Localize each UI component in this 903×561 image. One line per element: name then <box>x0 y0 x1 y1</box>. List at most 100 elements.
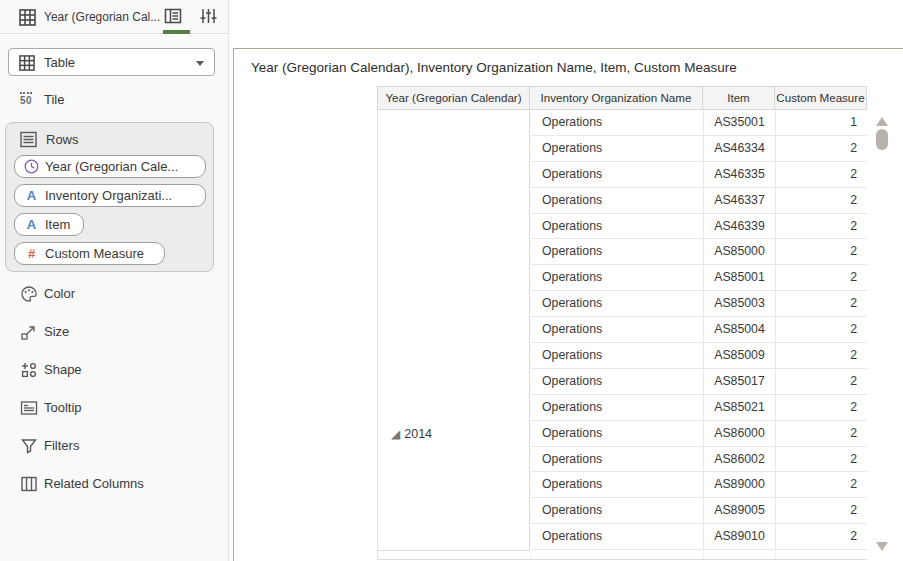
table-row[interactable]: OperationsAS850042 <box>531 317 867 343</box>
scroll-up-icon[interactable] <box>876 117 888 126</box>
cell-item[interactable]: AS89005 <box>704 498 776 523</box>
sidebar-item-size[interactable]: Size <box>0 322 229 344</box>
grammar-panel-icon[interactable] <box>164 7 190 27</box>
filter-funnel-icon <box>20 437 38 455</box>
table-row[interactable]: OperationsAS850002 <box>531 239 867 265</box>
column-header-org[interactable]: Inventory Organization Name <box>530 87 703 109</box>
cell-org[interactable]: Operations <box>531 265 704 290</box>
cell-value[interactable]: 2 <box>776 472 867 497</box>
cell-org[interactable]: Operations <box>531 447 704 472</box>
cell-value[interactable]: 2 <box>776 188 867 213</box>
tile-section[interactable]: 50 Tile <box>0 90 229 110</box>
table-row[interactable]: OperationsAS463352 <box>531 162 867 188</box>
table-row[interactable]: OperationsAS463392 <box>531 214 867 240</box>
year-group-cell[interactable]: ◢2014 <box>377 110 530 551</box>
sidebar-item-shape[interactable]: Shape <box>0 360 229 382</box>
scroll-down-icon[interactable] <box>876 542 888 551</box>
cell-value[interactable]: 2 <box>776 162 867 187</box>
cell-value[interactable]: 2 <box>776 421 867 446</box>
chevron-down-icon <box>196 61 204 66</box>
sidebar-item-filters[interactable]: Filters <box>0 436 229 458</box>
table-row[interactable]: OperationsAS463342 <box>531 136 867 162</box>
pill-year[interactable]: Year (Gregorian Cale... <box>14 155 206 178</box>
cell-item[interactable]: AS85001 <box>704 265 776 290</box>
table-row[interactable]: OperationsAS860002 <box>531 421 867 447</box>
cell-org[interactable]: Operations <box>531 317 704 342</box>
cell-item[interactable]: AS85000 <box>704 239 776 264</box>
cell-value[interactable]: 1 <box>776 110 867 135</box>
cell-org[interactable]: Operations <box>531 214 704 239</box>
cell-value[interactable]: 2 <box>776 395 867 420</box>
table-row[interactable]: OperationsAS850012 <box>531 265 867 291</box>
viz-type-dropdown[interactable]: Table <box>8 48 215 76</box>
cell-value[interactable]: 2 <box>776 265 867 290</box>
cell-org[interactable]: Operations <box>531 188 704 213</box>
cell-org[interactable]: Operations <box>531 498 704 523</box>
partial-row <box>377 551 867 560</box>
column-header-year[interactable]: Year (Gregorian Calendar) <box>377 87 530 109</box>
cell-value[interactable]: 2 <box>776 291 867 316</box>
table-row[interactable]: OperationsAS860022 <box>531 447 867 473</box>
cell-org[interactable]: Operations <box>531 369 704 394</box>
table-row[interactable]: OperationsAS463372 <box>531 188 867 214</box>
active-tab-underline <box>163 30 190 34</box>
cell-item[interactable]: AS46334 <box>704 136 776 161</box>
cell-org[interactable]: Operations <box>531 421 704 446</box>
cell-org[interactable]: Operations <box>531 239 704 264</box>
cell-org[interactable]: Operations <box>531 291 704 316</box>
cell-item[interactable]: AS85017 <box>704 369 776 394</box>
cell-value[interactable]: 2 <box>776 524 867 549</box>
table-row[interactable]: OperationsAS850172 <box>531 369 867 395</box>
cell-item[interactable]: AS85009 <box>704 343 776 368</box>
table-row[interactable]: OperationsAS890052 <box>531 498 867 524</box>
cell-item[interactable]: AS89010 <box>704 524 776 549</box>
table-row[interactable]: OperationsAS850032 <box>531 291 867 317</box>
table-row[interactable]: OperationsAS890002 <box>531 472 867 498</box>
cell-org[interactable]: Operations <box>531 395 704 420</box>
pill-custom-measure[interactable]: # Custom Measure <box>14 242 165 265</box>
cell-value[interactable]: 2 <box>776 447 867 472</box>
rows-drop-target[interactable]: Rows Year (Gregorian Cale... A Inventory… <box>5 122 214 272</box>
cell-org[interactable]: Operations <box>531 343 704 368</box>
sidebar-item-tooltip[interactable]: Tooltip <box>0 398 229 420</box>
sidebar-item-related-columns[interactable]: Related Columns <box>0 474 229 496</box>
vertical-scrollbar[interactable] <box>873 111 891 561</box>
cell-org[interactable]: Operations <box>531 110 704 135</box>
cell-org[interactable]: Operations <box>531 472 704 497</box>
scrollbar-thumb[interactable] <box>876 129 888 150</box>
table-row[interactable]: OperationsAS890102 <box>531 524 867 550</box>
table-header-row: Year (Gregorian Calendar) Inventory Orga… <box>377 86 867 110</box>
column-header-item[interactable]: Item <box>703 87 775 109</box>
cell-org[interactable]: Operations <box>531 524 704 549</box>
viz-title: Year (Gregorian Calendar), Inventory Org… <box>251 60 737 75</box>
cell-value[interactable]: 2 <box>776 343 867 368</box>
cell-value[interactable]: 2 <box>776 214 867 239</box>
cell-item[interactable]: AS86002 <box>704 447 776 472</box>
cell-item[interactable]: AS46339 <box>704 214 776 239</box>
cell-item[interactable]: AS85003 <box>704 291 776 316</box>
viz-canvas: Year (Gregorian Calendar), Inventory Org… <box>230 0 903 561</box>
sidebar-item-color[interactable]: Color <box>0 284 229 306</box>
cell-value[interactable]: 2 <box>776 317 867 342</box>
table-row[interactable]: OperationsAS850212 <box>531 395 867 421</box>
cell-org[interactable]: Operations <box>531 162 704 187</box>
cell-item[interactable]: AS46335 <box>704 162 776 187</box>
cell-item[interactable]: AS85004 <box>704 317 776 342</box>
cell-value[interactable]: 2 <box>776 498 867 523</box>
cell-value[interactable]: 2 <box>776 239 867 264</box>
cell-item[interactable]: AS85021 <box>704 395 776 420</box>
cell-value[interactable]: 2 <box>776 369 867 394</box>
cell-item[interactable]: AS46337 <box>704 188 776 213</box>
cell-item[interactable]: AS86000 <box>704 421 776 446</box>
pill-item[interactable]: A Item <box>14 213 84 236</box>
table-row[interactable]: OperationsAS350011 <box>531 110 867 136</box>
collapse-triangle-icon[interactable]: ◢ <box>391 427 400 441</box>
cell-org[interactable]: Operations <box>531 136 704 161</box>
table-row[interactable]: OperationsAS850092 <box>531 343 867 369</box>
pill-inventory-org[interactable]: A Inventory Organizati... <box>14 184 206 207</box>
cell-value[interactable]: 2 <box>776 136 867 161</box>
column-header-measure[interactable]: Custom Measure <box>775 87 867 109</box>
settings-sliders-icon[interactable] <box>200 7 222 27</box>
cell-item[interactable]: AS35001 <box>704 110 776 135</box>
cell-item[interactable]: AS89000 <box>704 472 776 497</box>
